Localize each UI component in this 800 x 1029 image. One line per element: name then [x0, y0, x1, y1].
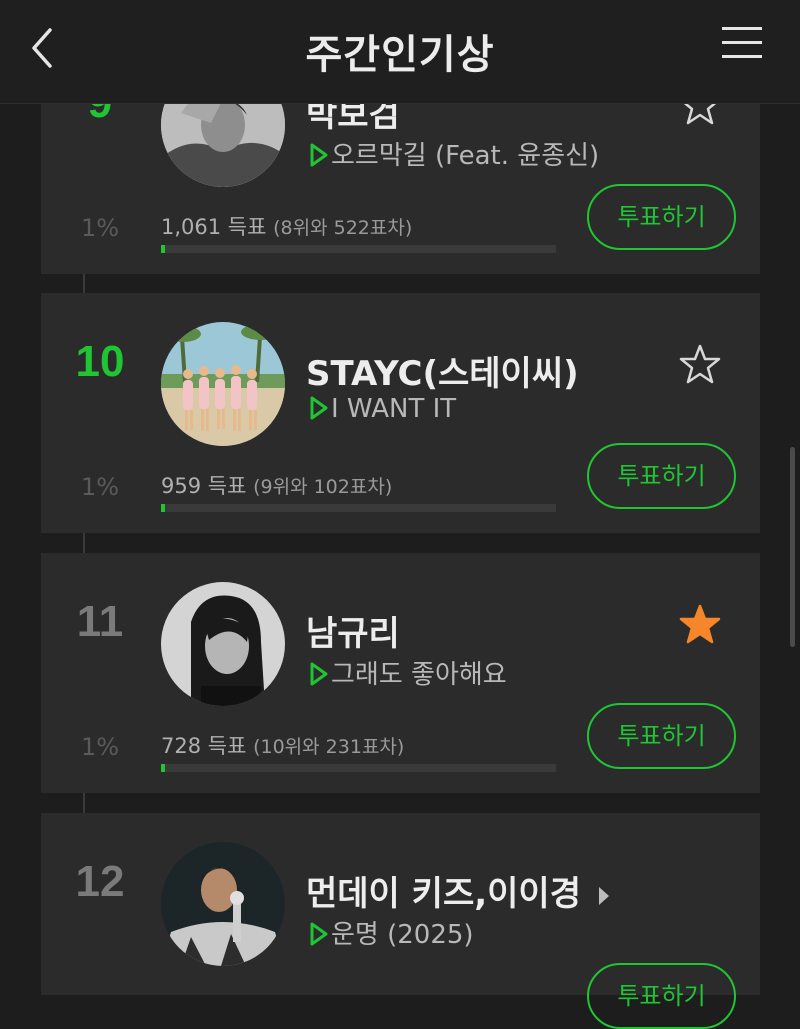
vote-count: 959 득표 (9위와 102표차) [161, 470, 392, 500]
vote-progress-fill [161, 245, 165, 253]
vote-count: 728 득표 (10위와 231표차) [161, 730, 404, 760]
vote-percent: 1% [81, 473, 120, 501]
vote-progress-fill [161, 764, 165, 772]
vote-progress-bar [161, 504, 556, 512]
app-header: 주간인기상 [0, 0, 800, 104]
vote-progress-bar [161, 245, 556, 253]
song-label: 오르막길 (Feat. 윤종신) [331, 141, 600, 171]
avatar [161, 322, 285, 446]
artist-name: 먼데이 키즈,이이경 [306, 866, 611, 915]
avatar [161, 582, 285, 706]
play-icon [310, 662, 328, 686]
rank-number: 12 [75, 857, 125, 906]
vote-gap: (10위와 231표차) [253, 736, 405, 758]
vote-gap: (8위와 522표차) [273, 217, 413, 239]
vote-gap: (9위와 102표차) [253, 476, 393, 498]
song-title[interactable]: 오르막길 (Feat. 윤종신) [309, 135, 599, 172]
play-icon [310, 396, 328, 420]
vote-percent: 1% [81, 214, 120, 242]
vote-total: 728 득표 [161, 734, 247, 758]
star-outline-icon[interactable] [679, 343, 721, 385]
ranking-card: 11 남규리 그래도 좋아해요 1% 728 득표 (10위와 231표차) 투… [41, 553, 760, 793]
play-icon [310, 143, 328, 167]
avatar [161, 842, 285, 966]
vote-progress-fill [161, 504, 165, 512]
chevron-right-icon[interactable] [597, 885, 611, 907]
vote-progress-bar [161, 764, 556, 772]
vote-button[interactable]: 투표하기 [587, 184, 736, 250]
ranking-card: 12 먼데이 키즈,이이경 운명 (2025) 투표하기 [41, 813, 760, 1029]
vote-count: 1,061 득표 (8위와 522표차) [161, 211, 412, 241]
vote-percent: 1% [81, 733, 120, 761]
rank-number: 11 [76, 597, 124, 646]
song-title[interactable]: 운명 (2025) [309, 914, 474, 951]
artist-name: STAYC(스테이씨) [306, 354, 579, 394]
page-title: 주간인기상 [305, 32, 495, 78]
song-title[interactable]: 그래도 좋아해요 [309, 654, 507, 691]
artist-label: 먼데이 키즈,이이경 [306, 874, 581, 914]
vote-button[interactable]: 투표하기 [587, 703, 736, 769]
vote-total: 1,061 득표 [161, 215, 267, 239]
vote-button[interactable]: 투표하기 [587, 443, 736, 509]
play-icon [310, 922, 328, 946]
song-title[interactable]: I WANT IT [309, 394, 456, 424]
star-filled-icon[interactable] [679, 603, 721, 645]
vote-total: 959 득표 [161, 474, 247, 498]
vote-button[interactable]: 투표하기 [587, 963, 736, 1029]
scrollbar-thumb[interactable] [790, 447, 795, 647]
artist-name: 남규리 [306, 614, 400, 654]
song-label: 그래도 좋아해요 [331, 660, 507, 690]
song-label: I WANT IT [331, 394, 457, 424]
ranking-card: 10 STAYC(스테이씨) I WANT IT 1% 959 득표 (9위와 … [41, 293, 760, 533]
song-label: 운명 (2025) [331, 920, 474, 950]
hamburger-menu-icon[interactable] [720, 24, 764, 60]
rank-number: 10 [75, 337, 125, 386]
